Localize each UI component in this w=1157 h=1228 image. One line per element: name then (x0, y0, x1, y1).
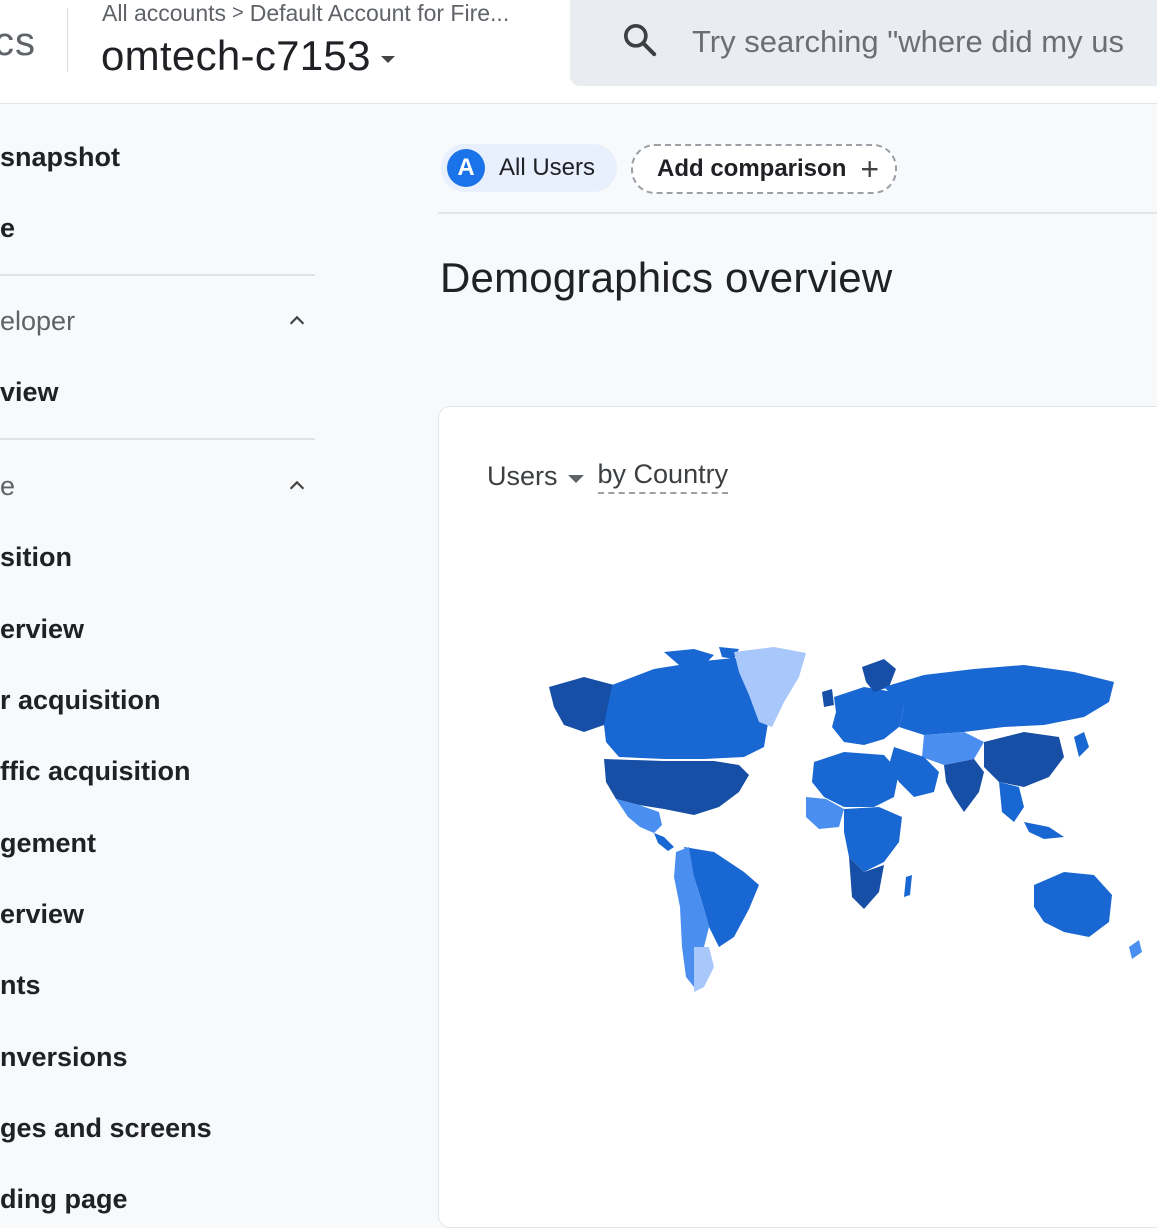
breadcrumb[interactable]: All accounts > Default Account for Fire.… (102, 0, 509, 27)
sidebar-item-engagement[interactable]: gement (0, 826, 96, 860)
header-divider (67, 8, 68, 72)
all-users-label: All Users (499, 154, 596, 181)
comparison-divider (438, 212, 1157, 214)
breadcrumb-account[interactable]: Default Account for Fire... (250, 0, 510, 27)
sidebar-item-acquisition-overview[interactable]: erview (0, 612, 84, 646)
chevron-up-icon[interactable] (286, 310, 308, 332)
property-selector[interactable]: omtech-c7153 (101, 30, 395, 82)
metric-label: Users (487, 461, 558, 491)
sidebar-divider (0, 438, 315, 440)
main-content: A All Users Add comparison + Demographic… (438, 104, 1157, 1228)
map-region-argentina[interactable] (694, 947, 714, 992)
sidebar-item-traffic-acquisition[interactable]: ffic acquisition (0, 754, 191, 788)
sidebar-item-conversions[interactable]: nversions (0, 1040, 128, 1074)
users-by-country-card: Users by Country (438, 406, 1157, 1228)
plus-icon: + (860, 151, 880, 187)
breadcrumb-separator: > (232, 2, 244, 24)
sidebar-item-engagement-overview[interactable]: erview (0, 897, 84, 931)
map-region-india[interactable] (944, 759, 984, 812)
app-name[interactable]: cs (0, 20, 36, 65)
map-region-china[interactable] (984, 732, 1064, 787)
sidebar-item-pages-and-screens[interactable]: ges and screens (0, 1111, 212, 1145)
chevron-down-icon (567, 474, 584, 483)
sidebar-item-realtime[interactable]: e (0, 211, 15, 245)
map-region-russia[interactable] (884, 665, 1114, 735)
sidebar-divider (0, 274, 315, 276)
page-title: Demographics overview (440, 254, 893, 301)
map-region-japan[interactable] (1074, 732, 1089, 757)
comparison-avatar: A (447, 149, 485, 187)
chevron-down-icon (380, 55, 395, 63)
map-region-central-america[interactable] (654, 833, 674, 851)
map-region-new-zealand[interactable] (1129, 940, 1142, 959)
sidebar-item-overview[interactable]: view (0, 375, 59, 409)
sidebar-item-events[interactable]: nts (0, 968, 41, 1002)
map-region-australia[interactable] (1034, 872, 1112, 937)
add-comparison-button[interactable]: Add comparison + (631, 144, 898, 194)
dimension-selector[interactable]: by Country (597, 459, 729, 494)
top-app-bar: cs All accounts > Default Account for Fi… (0, 0, 1157, 104)
sidebar-item-reports-snapshot[interactable]: snapshot (0, 140, 120, 174)
search-icon[interactable] (620, 20, 660, 60)
metric-selector[interactable]: Users (487, 461, 584, 492)
chevron-up-icon[interactable] (286, 475, 308, 497)
sidebar-item-user-acquisition[interactable]: r acquisition (0, 683, 161, 717)
all-users-chip[interactable]: A All Users (441, 144, 618, 192)
sidebar-section-developer[interactable]: eloper (0, 304, 75, 338)
sidebar-item-acquisition[interactable]: sition (0, 540, 72, 574)
sidebar-section-life-cycle[interactable]: e (0, 469, 15, 503)
sidebar-nav: snapshot e eloper view e sition erview r… (0, 104, 330, 1214)
map-region-north-africa[interactable] (812, 752, 899, 807)
map-region-madagascar[interactable] (904, 875, 912, 897)
world-map[interactable] (544, 647, 1157, 1007)
search-input[interactable] (690, 18, 1157, 66)
map-region-uk[interactable] (822, 689, 834, 707)
property-name: omtech-c7153 (101, 32, 371, 79)
card-header: Users by Country (487, 459, 729, 494)
sidebar-item-landing-page[interactable]: ding page (0, 1182, 128, 1216)
breadcrumb-all-accounts[interactable]: All accounts (102, 0, 226, 27)
add-comparison-label: Add comparison (657, 155, 847, 182)
map-region-southeast-asia[interactable] (999, 782, 1064, 839)
